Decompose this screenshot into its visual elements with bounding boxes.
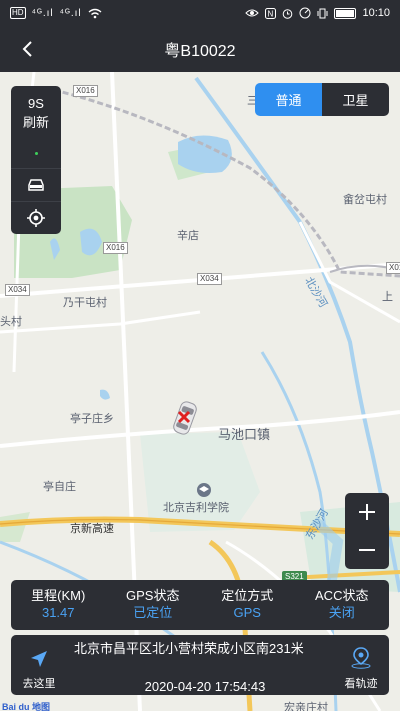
battery-icon [334, 7, 357, 19]
chevron-left-icon [22, 41, 32, 57]
map-type-toggle: 普通 卫星 [255, 83, 389, 116]
map-label-tingzizhuang2: 亭自庄 [43, 481, 76, 493]
top-bar: HD ⁴ᴳ.ıl ⁴ᴳ.ıl N 10:10 粤B10022 [0, 0, 400, 72]
signal-icon-2: ⁴ᴳ.ıl [59, 7, 82, 19]
car-icon [28, 178, 44, 191]
road-badge-x016-a: X016 [73, 85, 98, 97]
mileage-label: 里程(KM) [31, 588, 86, 603]
refresh-button[interactable]: 9S 刷新 [11, 86, 61, 156]
map-label-shang: 上 [382, 291, 393, 303]
acc-status-cell: ACC状态 关闭 [295, 580, 390, 630]
road-badge-x034-a: X034 [5, 284, 30, 296]
gps-status-value: 已定位 [133, 605, 173, 620]
mileage-cell: 里程(KM) 31.47 [11, 580, 106, 630]
car-locate-button[interactable] [11, 168, 61, 200]
gps-status-label: GPS状态 [126, 588, 180, 603]
nav-bar: 粤B10022 [0, 26, 400, 72]
mileage-value: 31.47 [41, 605, 75, 620]
map-label-xindian: 辛店 [177, 230, 199, 242]
map-label-naiganzhuang: 乃干屯村 [63, 297, 107, 309]
vibrate-icon [317, 8, 328, 18]
vehicle-info-bar: 里程(KM) 31.47 GPS状态 已定位 定位方式 GPS ACC状态 关闭 [11, 580, 389, 630]
zoom-in-button[interactable] [345, 493, 389, 531]
view-track-label: 看轨迹 [344, 678, 378, 690]
svg-text:N: N [268, 9, 274, 18]
acc-status-label: ACC状态 [315, 588, 369, 603]
road-badge-x016-c: X016 [386, 262, 400, 274]
car-icon [173, 401, 197, 435]
view-track-button[interactable]: 看轨迹 [333, 635, 389, 695]
address-bar: 去这里 北京市昌平区北小营村荣成小区南231米 2020-04-20 17:54… [11, 635, 389, 695]
left-control-panel: 9S 刷新 [11, 86, 61, 234]
navigate-here-label: 去这里 [22, 678, 56, 690]
map-label-expressway: 京新高速 [70, 523, 114, 535]
refresh-label: 刷新 [22, 115, 49, 130]
minus-icon [359, 549, 375, 551]
address-text: 北京市昌平区北小营村荣成小区南231米 [74, 641, 304, 656]
navigation-arrow-icon [31, 651, 47, 667]
plus-icon [359, 504, 375, 520]
road-badge-x034-b: X034 [197, 273, 222, 285]
online-indicator [35, 152, 38, 155]
baidu-map-logo: Bai du 地图 [2, 702, 51, 711]
map-label-tingzizhuang: 亭子庄乡 [70, 413, 114, 425]
alarm-icon [283, 8, 293, 19]
gps-status-cell: GPS状态 已定位 [106, 580, 201, 630]
location-time: 2020-04-20 17:54:43 [144, 679, 266, 694]
navigate-here-button[interactable]: 去这里 [11, 635, 67, 695]
map-label-hongmiao: 宏亲庄村 [284, 702, 328, 711]
vehicle-marker[interactable] [168, 398, 202, 443]
my-location-button[interactable] [11, 201, 61, 233]
eye-icon [245, 9, 260, 17]
map-label-school: 北京吉利学院 [163, 502, 229, 514]
hd-indicator: HD [10, 7, 26, 19]
zoom-control [345, 493, 389, 569]
map-type-satellite-button[interactable]: 卫星 [322, 83, 389, 116]
status-time: 10:10 [362, 7, 390, 19]
map-label-toucun: 头村 [0, 316, 22, 328]
nfc-icon: N [265, 7, 277, 19]
track-pin-icon [351, 647, 371, 669]
map-type-normal-button[interactable]: 普通 [255, 83, 322, 116]
school-pin-icon [197, 483, 211, 497]
status-bar: HD ⁴ᴳ.ıl ⁴ᴳ.ıl N 10:10 [0, 0, 400, 26]
locate-mode-value: GPS [233, 605, 261, 620]
acc-status-value: 关闭 [328, 605, 355, 620]
road-badge-x016-b: X016 [103, 242, 128, 254]
wifi-icon [88, 8, 102, 18]
map-label-machikou: 马池口镇 [218, 427, 271, 442]
locate-mode-label: 定位方式 [221, 588, 274, 603]
refresh-countdown: 9S [28, 96, 44, 111]
page-title: 粤B10022 [164, 43, 236, 60]
signal-icon: ⁴ᴳ.ıl [31, 7, 54, 19]
locate-mode-cell: 定位方式 GPS [200, 580, 295, 630]
map-label-nanhecun: 畲岔屯村 [343, 194, 387, 206]
zoom-out-button[interactable] [345, 531, 389, 569]
location-target-icon [27, 208, 45, 227]
speed-icon [299, 7, 311, 19]
back-button[interactable] [12, 34, 42, 64]
